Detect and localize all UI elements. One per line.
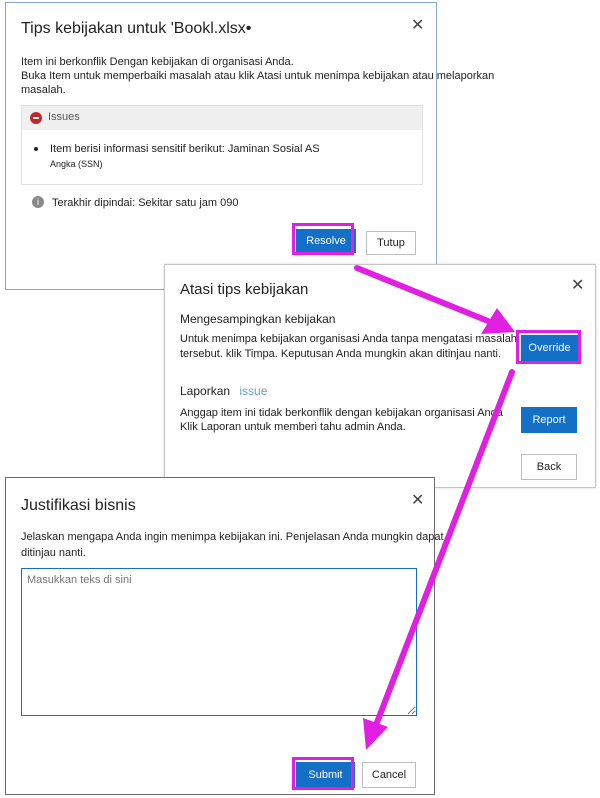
arrow-override-to-submit: [373, 369, 515, 728]
arrow-resolve-to-override: [354, 265, 491, 324]
annotation-arrows: [354, 265, 515, 750]
arrowhead-submit: [363, 718, 388, 750]
